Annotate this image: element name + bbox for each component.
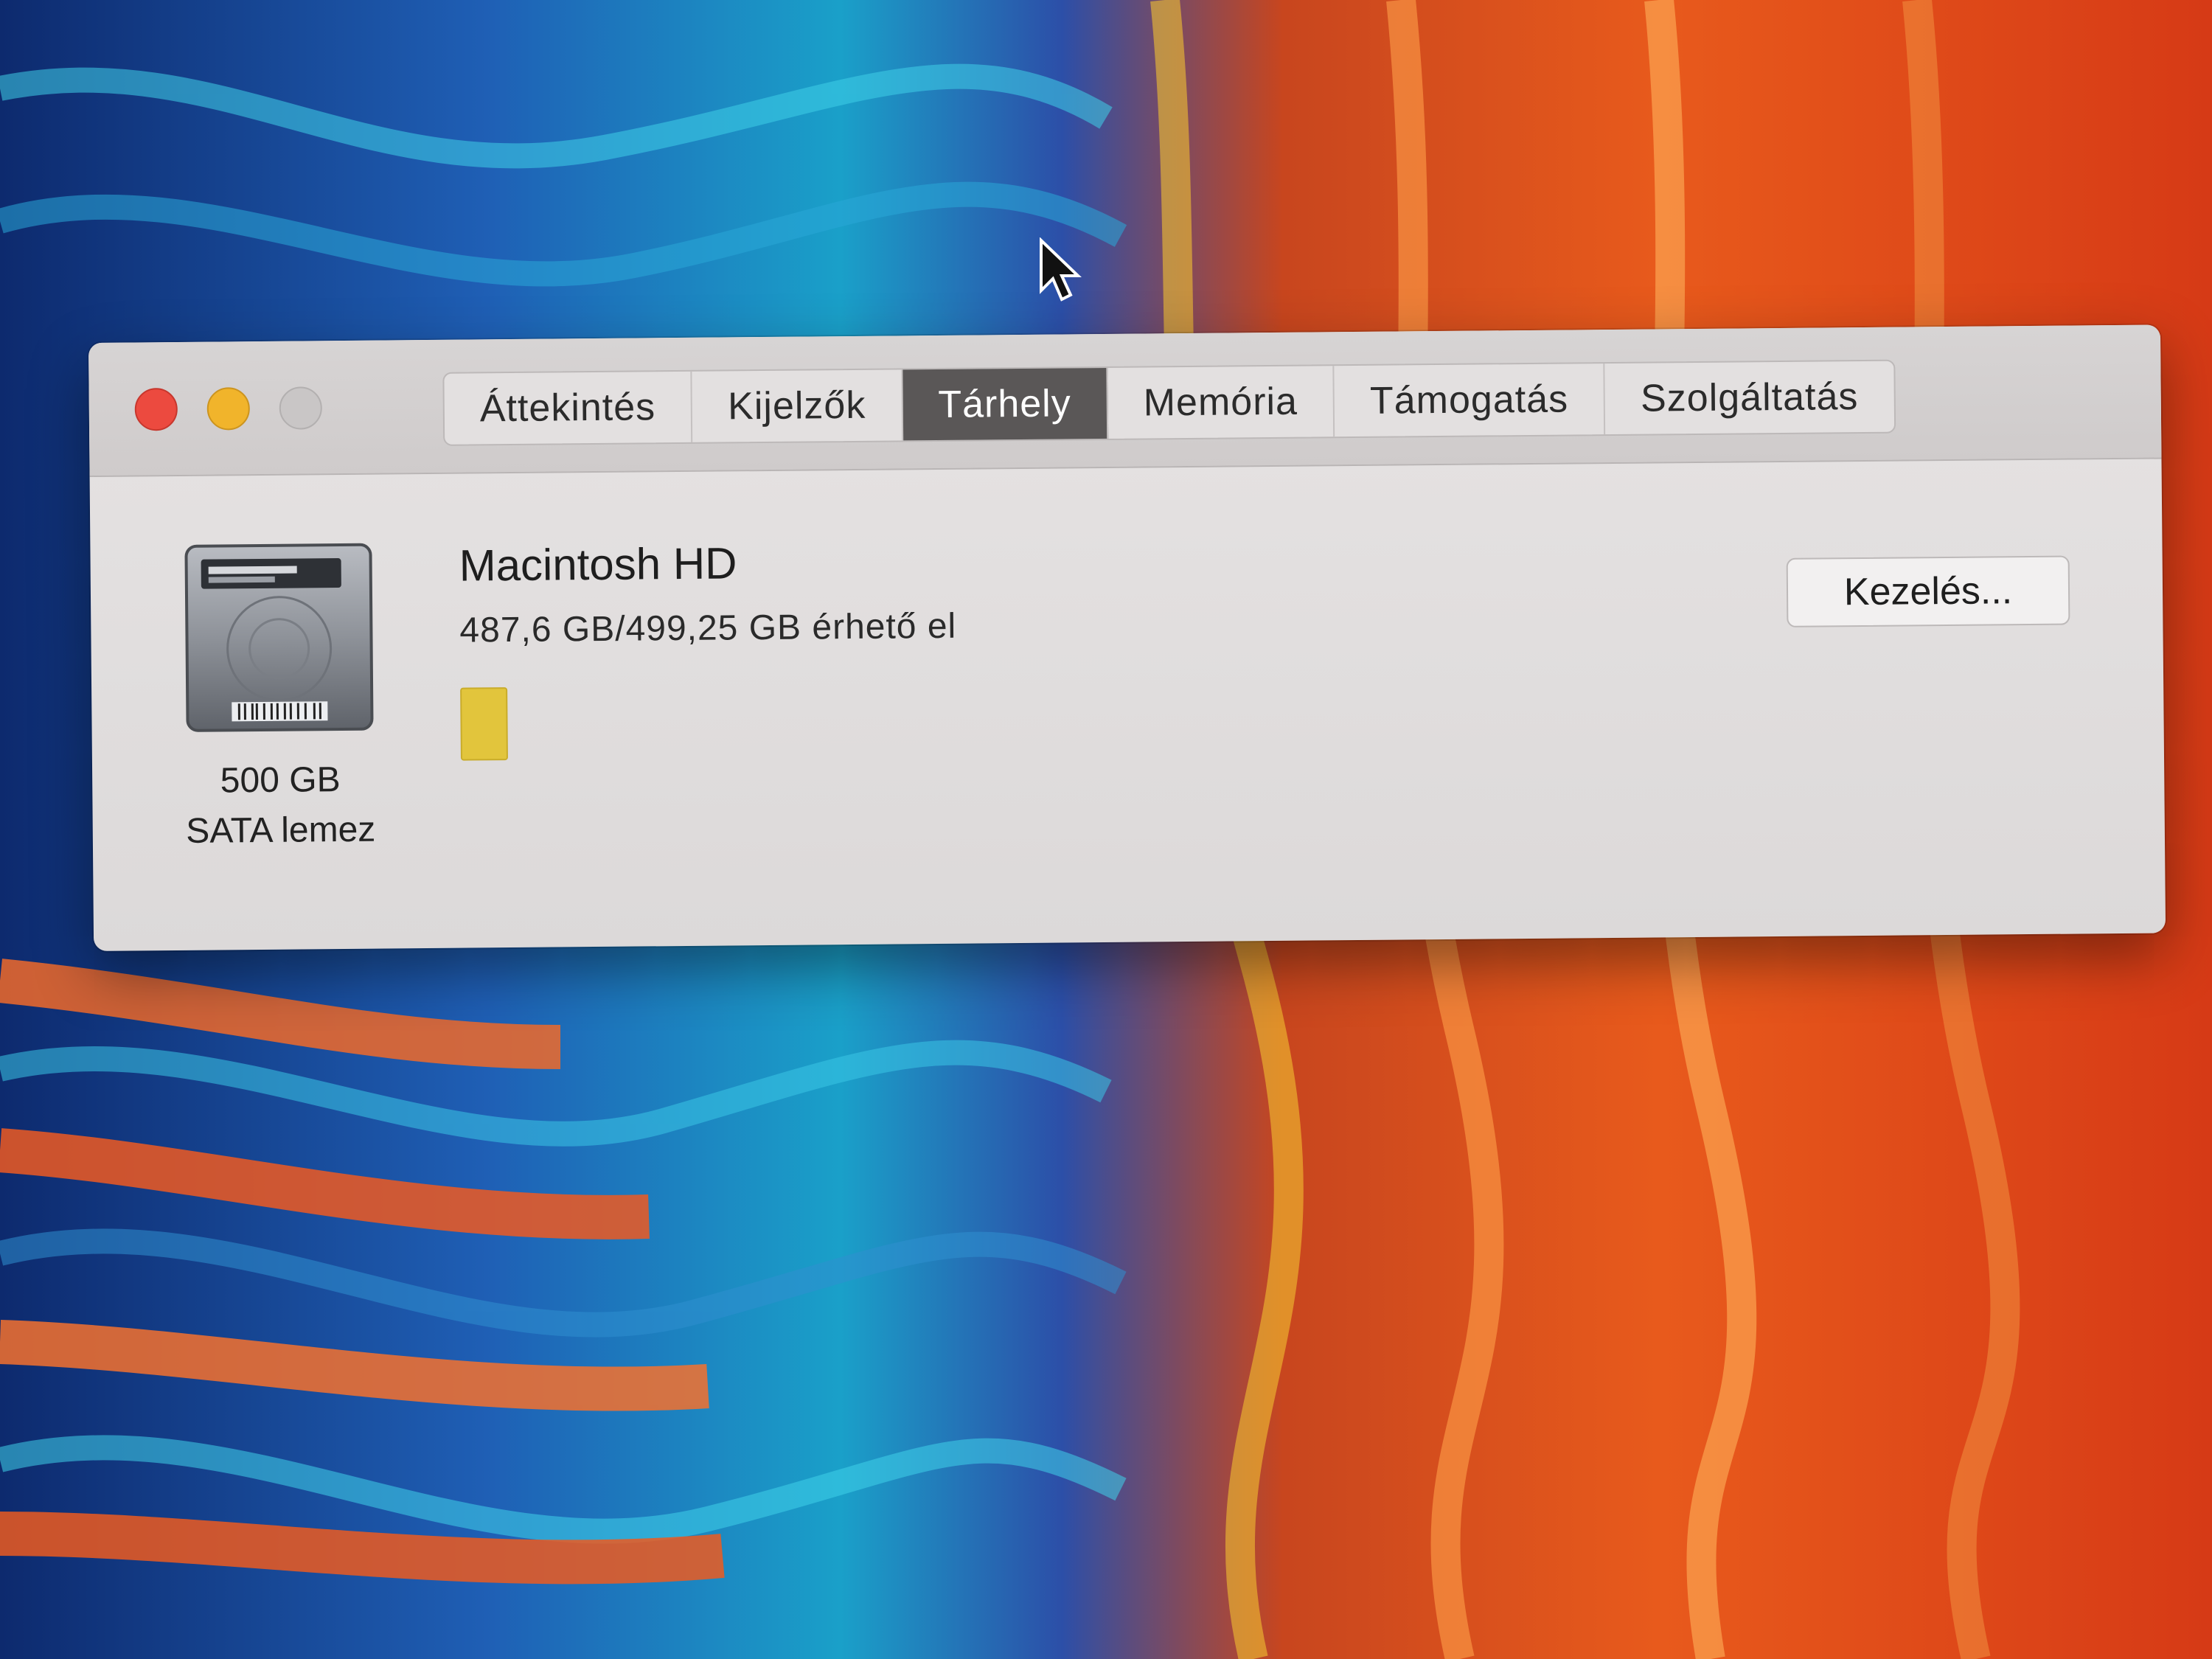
tab-overview[interactable]: Áttekintés	[444, 371, 693, 445]
close-window-button[interactable]	[134, 387, 178, 431]
volume-available-text: 487,6 GB/499,25 GB érhető el	[459, 606, 957, 650]
tab-displays[interactable]: Kijelzők	[692, 369, 903, 442]
minimize-window-button[interactable]	[206, 387, 251, 431]
disk-capacity: 500 GB	[220, 760, 341, 801]
hard-drive-icon	[184, 543, 374, 732]
disk-type: SATA lemez	[186, 810, 376, 851]
storage-usage-bar	[460, 687, 508, 761]
manage-storage-button[interactable]: Kezelés...	[1786, 555, 2070, 627]
tab-memory[interactable]: Memória	[1107, 366, 1335, 439]
desktop-wallpaper: Áttekintés Kijelzők Tárhely Memória Támo…	[0, 0, 2212, 1659]
storage-panel: 500 GB SATA lemez Macintosh HD 487,6 GB/…	[90, 459, 2166, 950]
tab-storage[interactable]: Tárhely	[902, 367, 1109, 441]
disk-caption: 500 GB SATA lemez	[144, 754, 417, 857]
window-titlebar: Áttekintés Kijelzők Tárhely Memória Támo…	[88, 324, 2162, 477]
volume-name: Macintosh HD	[459, 538, 737, 591]
tab-service[interactable]: Szolgáltatás	[1605, 361, 1894, 434]
zoom-window-button[interactable]	[279, 386, 323, 430]
tab-support[interactable]: Támogatás	[1334, 364, 1606, 437]
mouse-cursor-icon	[1040, 237, 1082, 302]
about-this-mac-window: Áttekintés Kijelzők Tárhely Memória Támo…	[88, 324, 2166, 951]
tab-bar: Áttekintés Kijelzők Tárhely Memória Támo…	[442, 359, 1896, 446]
